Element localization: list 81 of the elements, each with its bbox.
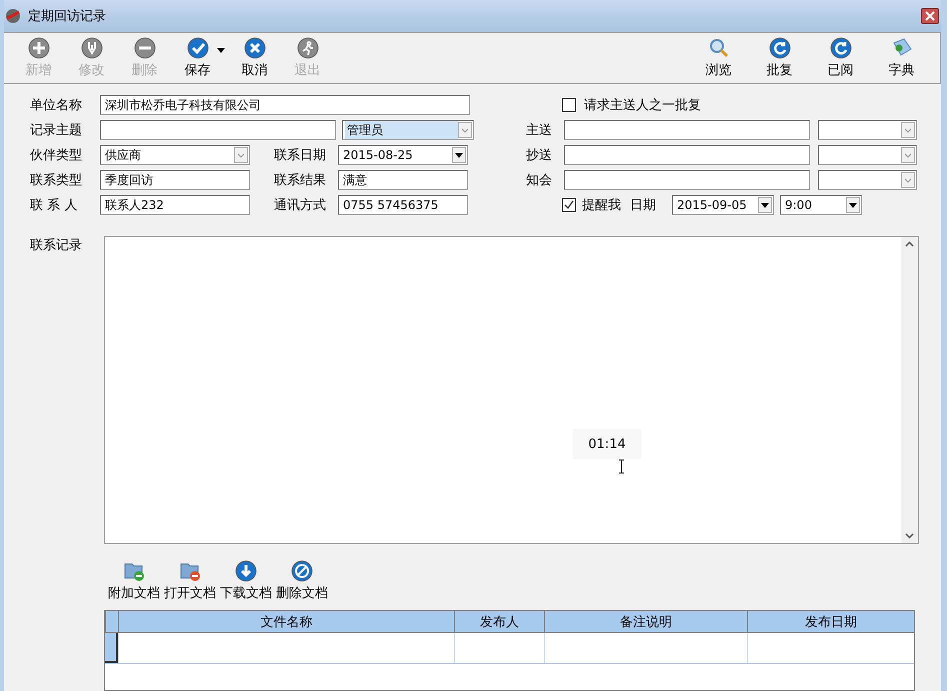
- field-label: 联系类型: [30, 172, 83, 189]
- document-button[interactable]: 打开文档: [164, 560, 216, 602]
- chevron-down-icon: [905, 176, 911, 184]
- combo-box[interactable]: [818, 170, 917, 190]
- dropdown-button[interactable]: [758, 197, 772, 213]
- dropdown-button[interactable]: [846, 197, 860, 213]
- toolbar-button[interactable]: 字典: [871, 37, 932, 79]
- document-button[interactable]: 删除文档: [276, 560, 328, 602]
- date-picker[interactable]: 9:00: [780, 195, 862, 215]
- field-label: 通讯方式: [274, 197, 327, 214]
- toolbar-button[interactable]: 取消: [228, 37, 281, 79]
- cross-icon: [244, 37, 266, 59]
- column-header[interactable]: 发布人: [454, 611, 544, 632]
- text-field[interactable]: 0755 57456375: [338, 195, 468, 215]
- text-field[interactable]: [100, 120, 336, 140]
- plus-icon: [28, 37, 50, 59]
- field-label: 记录主题: [30, 122, 83, 139]
- checkbox[interactable]: [562, 98, 576, 112]
- text-field[interactable]: 季度回访: [100, 170, 250, 190]
- field-label: 单位名称: [30, 97, 83, 114]
- text-field[interactable]: 联系人232: [100, 195, 250, 215]
- chevron-down-icon: [462, 126, 468, 134]
- combo-box[interactable]: [818, 145, 917, 165]
- column-header[interactable]: 备注说明: [544, 611, 747, 632]
- column-header[interactable]: 文件名称: [118, 611, 454, 632]
- row-indicator[interactable]: [105, 633, 118, 663]
- field-label: 日期: [630, 197, 657, 214]
- refresh-icon: [830, 37, 852, 59]
- text-field[interactable]: 满意: [338, 170, 468, 190]
- scroll-down-icon: [905, 533, 914, 539]
- field-label: 知会: [526, 172, 553, 189]
- tooltip: 01:14: [573, 429, 641, 459]
- close-button[interactable]: [921, 8, 939, 24]
- toolbar-button[interactable]: 批复: [749, 37, 810, 79]
- combo-box[interactable]: 管理员: [342, 120, 474, 140]
- download-icon: [235, 560, 257, 582]
- delete-icon: [291, 560, 313, 582]
- document-button[interactable]: 下载文档: [220, 560, 272, 602]
- date-picker[interactable]: 2015-08-25: [338, 145, 468, 165]
- text-field[interactable]: [564, 170, 810, 190]
- document-button[interactable]: 附加文档: [108, 560, 160, 602]
- exit-icon: [296, 37, 318, 59]
- dropdown-arrow-icon: [455, 152, 463, 158]
- minus-icon: [134, 37, 156, 59]
- field-label: 联 系 人: [30, 197, 78, 214]
- window-title: 定期回访记录: [28, 8, 107, 25]
- edit-icon: [80, 37, 102, 59]
- text-field[interactable]: 深圳市松乔电子科技有限公司: [100, 95, 470, 115]
- toolbar-button[interactable]: 浏览: [688, 37, 749, 79]
- combo-box[interactable]: 供应商: [100, 145, 250, 165]
- chevron-down-icon: [905, 151, 911, 159]
- field-label: 主送: [526, 122, 553, 139]
- field-label: 联系日期: [274, 147, 327, 164]
- app-icon: [4, 7, 22, 25]
- text-cursor-icon: [618, 459, 625, 474]
- field-label: 抄送: [526, 147, 553, 164]
- field-label: 联系记录: [30, 237, 83, 255]
- check-icon: [186, 37, 208, 59]
- field-label: 联系结果: [274, 172, 327, 189]
- scrollbar[interactable]: [901, 237, 918, 543]
- search-icon: [708, 37, 730, 59]
- checkbox-label: 提醒我: [582, 197, 622, 214]
- column-header[interactable]: 发布日期: [747, 611, 914, 632]
- date-picker[interactable]: 2015-09-05: [672, 195, 774, 215]
- refresh-icon: [768, 37, 790, 59]
- chevron-down-icon: [238, 151, 244, 159]
- dropdown-arrow-icon: [849, 202, 857, 208]
- checkbox-label: 请求主送人之一批复: [584, 97, 702, 114]
- dropdown-button[interactable]: [452, 147, 466, 163]
- combo-box[interactable]: [818, 120, 917, 140]
- field-label: 伙伴类型: [30, 147, 83, 164]
- dropdown-arrow-icon: [761, 202, 769, 208]
- checkbox[interactable]: [562, 198, 576, 212]
- toolbar-button[interactable]: 已阅: [810, 37, 871, 79]
- text-field[interactable]: [564, 120, 810, 140]
- dropdown-arrow-icon: [217, 48, 225, 52]
- toolbar-button[interactable]: 保存: [171, 37, 224, 79]
- text-area[interactable]: 01:14: [104, 236, 919, 544]
- text-field[interactable]: [564, 145, 810, 165]
- chevron-down-icon: [905, 126, 911, 134]
- scroll-up-icon: [905, 241, 914, 247]
